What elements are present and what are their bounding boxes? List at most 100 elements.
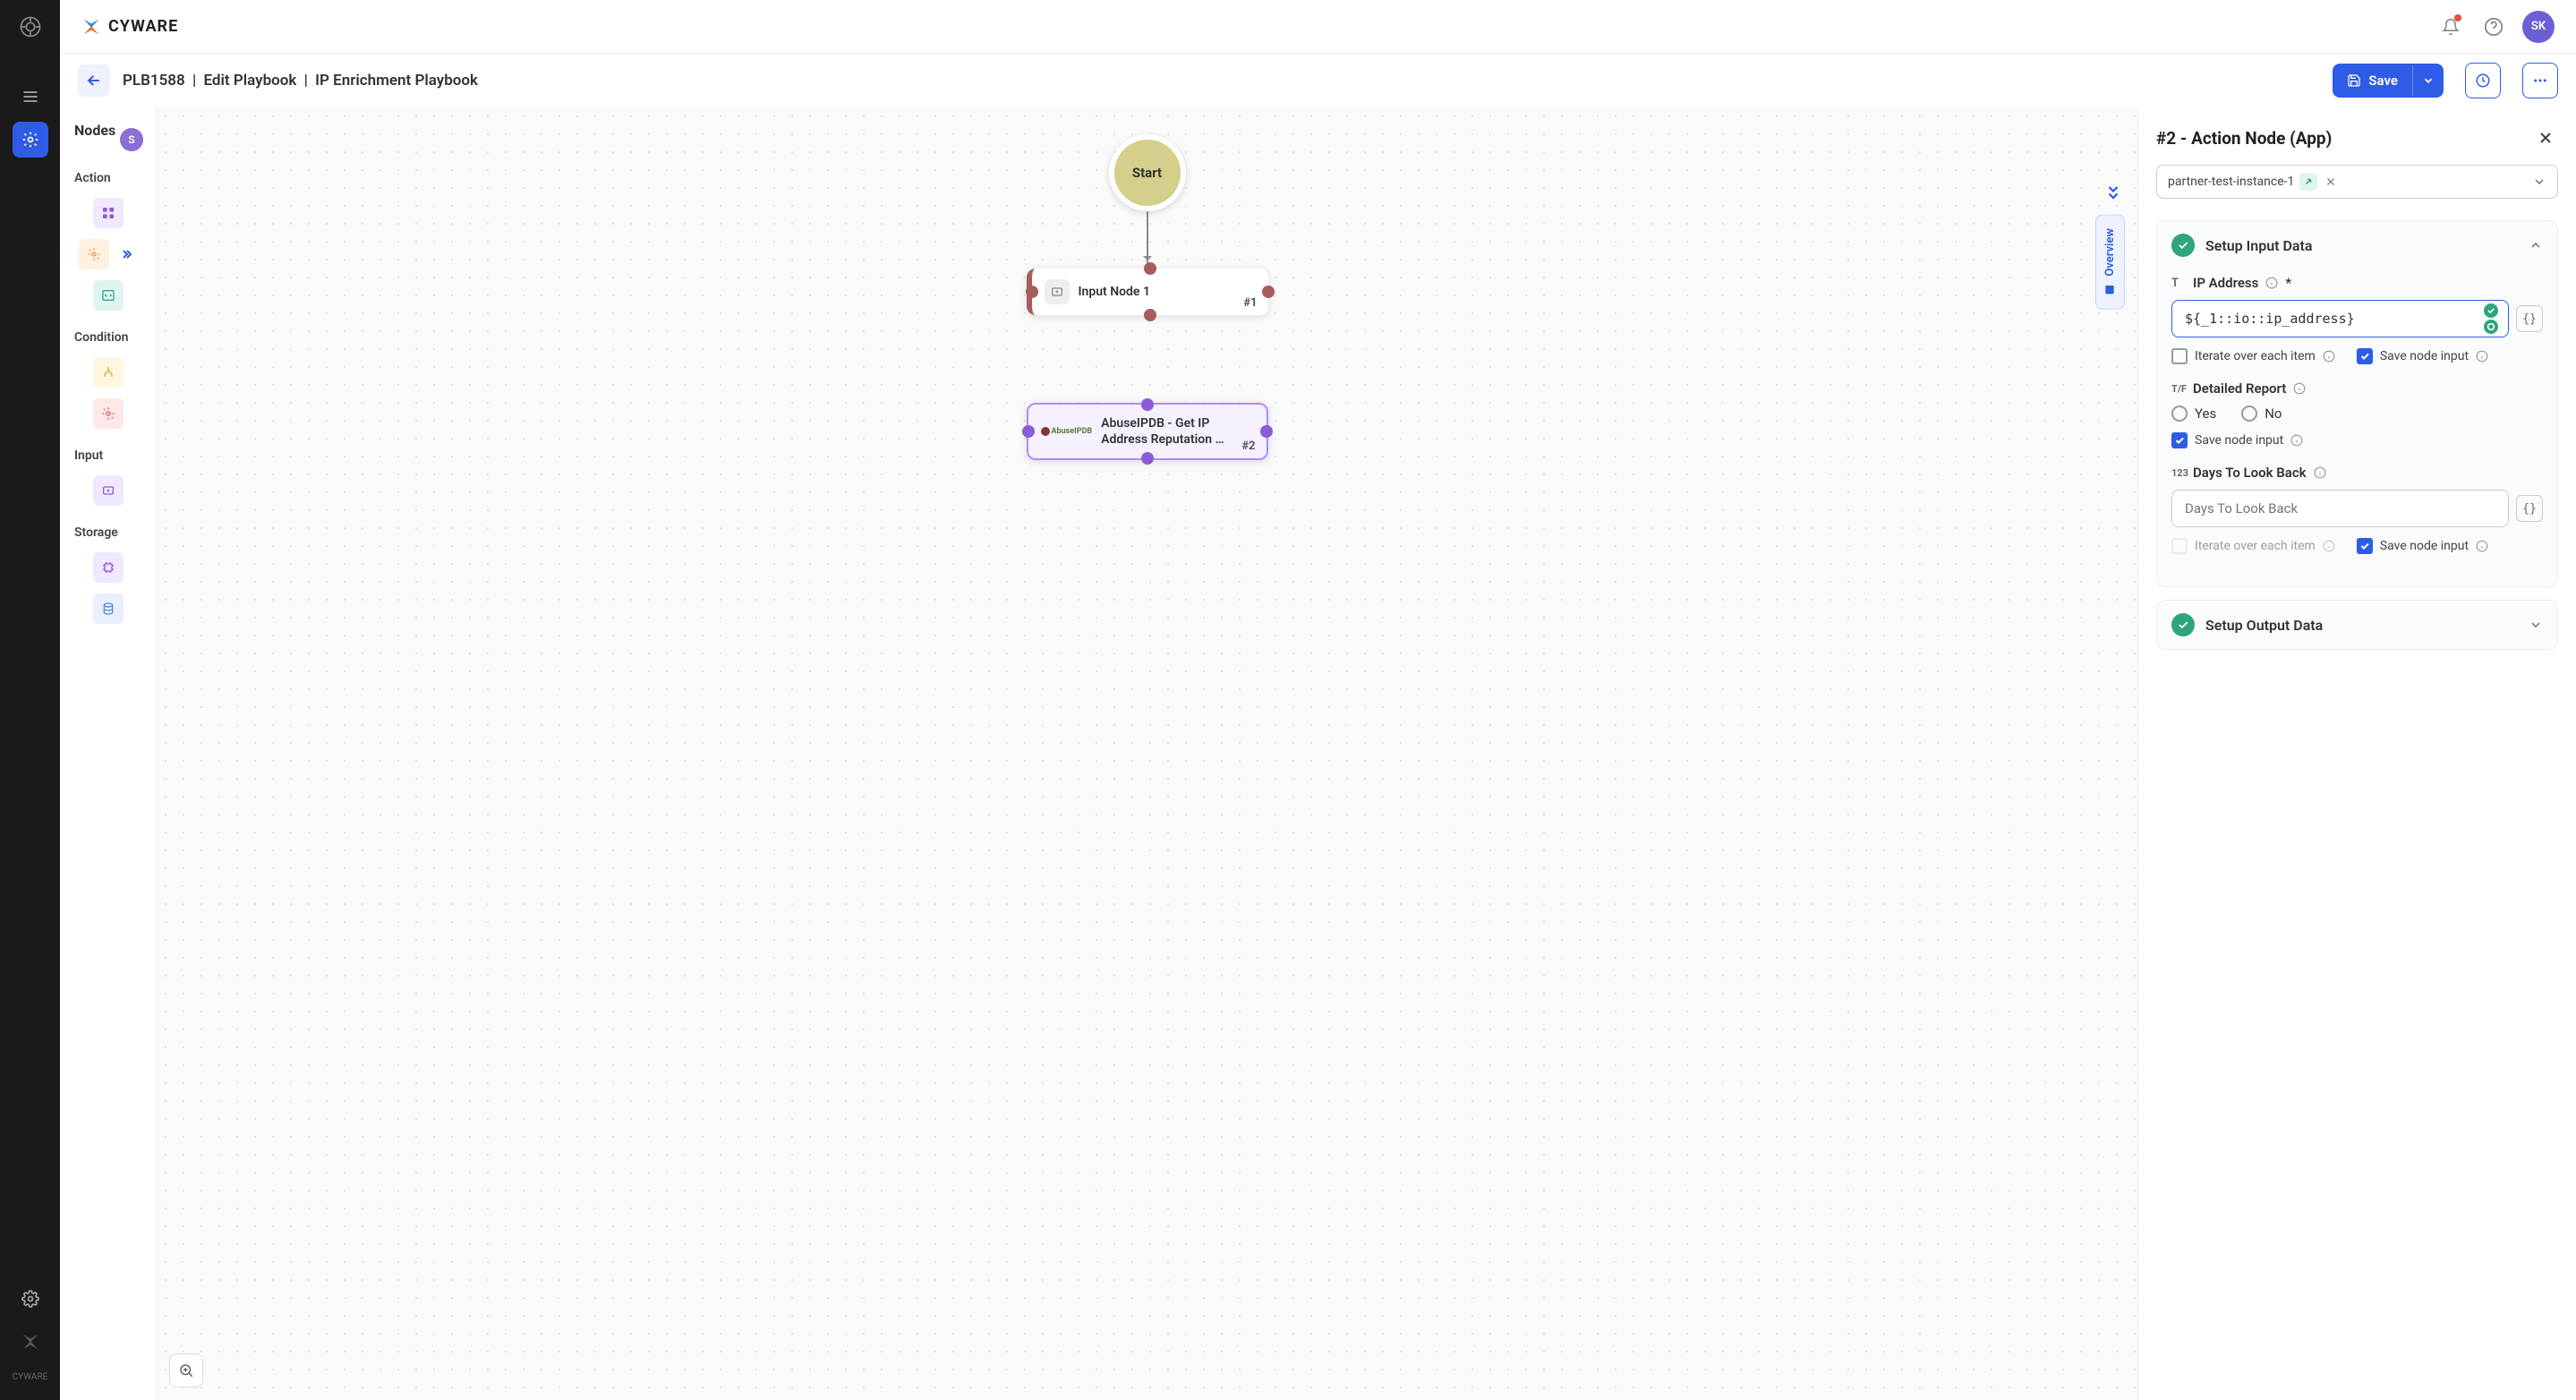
info-icon[interactable] [2476,540,2488,552]
palette-title: Nodes [74,122,115,139]
palette-storage-db-icon[interactable] [93,593,124,624]
field-days-lookback: 123 Days To Look Back {} [2171,465,2543,554]
node-1-num: #1 [1243,296,1257,310]
overview-tab[interactable]: Overview [2095,215,2125,310]
notifications-icon[interactable] [2435,11,2467,43]
palette-action-code-icon[interactable] [93,280,124,311]
info-icon[interactable] [2293,382,2306,395]
edge-start-to-1 [1147,211,1148,263]
start-node[interactable]: Start [1109,134,1186,211]
instance-select[interactable]: partner-test-instance-1 [2156,165,2558,199]
back-button[interactable] [78,64,110,97]
info-icon[interactable] [2476,350,2488,363]
refresh-button[interactable] [2465,63,2501,98]
days-lookback-input[interactable] [2171,490,2509,527]
palette-action-app-icon[interactable] [93,198,124,228]
node-handle[interactable] [1026,286,1038,298]
left-rail: CYWARE [0,0,60,1400]
radio-no[interactable]: No [2241,405,2282,422]
palette-expand-icon[interactable] [116,243,138,265]
radio-yes[interactable]: Yes [2171,405,2216,422]
palette-condition-branch-icon[interactable] [93,357,124,388]
section-output-title: Setup Output Data [2205,617,2518,634]
bool-type-icon: T/F [2171,383,2186,395]
save-input-checkbox[interactable] [2171,432,2188,448]
section-input-title: Setup Input Data [2205,237,2518,254]
node-2-num: #2 [1241,440,1255,453]
abuseipdb-logo-icon: AbuseIPDB [1041,427,1093,436]
info-icon[interactable] [2290,434,2303,447]
breadcrumb-mode: Edit Playbook [203,72,296,90]
save-input-checkbox[interactable] [2357,538,2373,554]
node-handle[interactable] [1141,398,1154,411]
palette-storage-chip-icon[interactable] [93,552,124,583]
save-dropdown-icon[interactable] [2412,65,2444,96]
palette-action-gear-icon[interactable] [79,239,109,269]
rail-logo-icon [14,11,47,43]
instance-remove-icon[interactable] [2324,175,2337,188]
node-2-title: AbuseIPDB - Get IP Address Reputation … [1101,415,1253,448]
inspector-title: #2 - Action Node (App) [2156,128,2332,149]
section-input-header[interactable]: Setup Input Data [2157,221,2557,269]
palette-input-icon[interactable] [93,475,124,506]
rail-brand-icon [13,1324,48,1360]
node-1-title: Input Node 1 [1079,284,1150,300]
node-handle[interactable] [1144,309,1156,321]
close-icon[interactable] [2533,125,2558,150]
brand-name: CYWARE [108,17,178,36]
field-days-label: Days To Look Back [2193,465,2307,481]
palette-badge[interactable]: S [120,128,143,151]
avatar[interactable]: SK [2522,11,2555,43]
info-icon[interactable] [2323,350,2335,363]
iterate-label: Iterate over each item [2195,539,2316,553]
info-icon[interactable] [2265,277,2278,289]
flow-node-2[interactable]: AbuseIPDB AbuseIPDB - Get IP Address Rep… [1027,403,1268,460]
canvas-collapse-icon[interactable] [2105,184,2121,201]
breadcrumb-title: IP Enrichment Playbook [315,72,478,90]
section-output-header[interactable]: Setup Output Data [2157,601,2557,649]
rail-brand-label: CYWARE [13,1372,48,1382]
topbar: CYWARE SK [60,0,2576,54]
palette-condition-gear-icon[interactable] [93,398,124,429]
iterate-checkbox[interactable] [2171,348,2188,364]
validation-badge-icon [2484,303,2498,334]
info-icon[interactable] [2314,466,2326,479]
node-handle[interactable] [1144,262,1156,275]
required-marker: * [2285,275,2291,291]
section-output-data: Setup Output Data [2156,600,2558,650]
node-handle[interactable] [1262,286,1275,298]
start-node-label: Start [1132,165,1162,181]
canvas[interactable]: Overview Start [157,107,2137,1400]
ip-address-input[interactable] [2171,300,2509,337]
node-handle[interactable] [1141,452,1154,465]
save-input-checkbox[interactable] [2357,348,2373,364]
iterate-label: Iterate over each item [2195,349,2316,363]
check-icon [2171,613,2195,636]
palette-group-action: Action [74,171,111,185]
brand-logo-icon [81,17,101,37]
more-button[interactable] [2522,63,2558,98]
rail-playbook-icon[interactable] [13,122,48,158]
node-handle[interactable] [1022,425,1035,438]
inspector-panel: #2 - Action Node (App) partner-test-inst… [2137,107,2576,1400]
brand: CYWARE [81,17,178,37]
save-button[interactable]: Save [2333,64,2444,98]
braces-button[interactable]: {} [2516,495,2543,522]
text-type-icon: T [2171,277,2186,290]
palette-group-storage: Storage [74,525,118,540]
field-ip-address: T IP Address * [2171,275,2543,364]
help-icon[interactable] [2478,11,2510,43]
node-handle[interactable] [1260,425,1273,438]
field-detailed-report: T/F Detailed Report Yes [2171,380,2543,448]
overview-label: Overview [2103,228,2117,277]
zoom-icon[interactable] [169,1353,203,1387]
rail-settings-icon[interactable] [13,1281,48,1317]
flow-node-1[interactable]: Input Node 1 #1 [1027,269,1268,315]
rail-menu-icon[interactable] [13,79,48,115]
chevron-down-icon [2532,175,2546,189]
braces-button[interactable]: {} [2516,305,2543,332]
radio-yes-label: Yes [2195,405,2216,422]
info-icon[interactable] [2323,540,2335,552]
radio-no-label: No [2265,405,2282,422]
instance-chip-label: partner-test-instance-1 [2168,175,2294,189]
